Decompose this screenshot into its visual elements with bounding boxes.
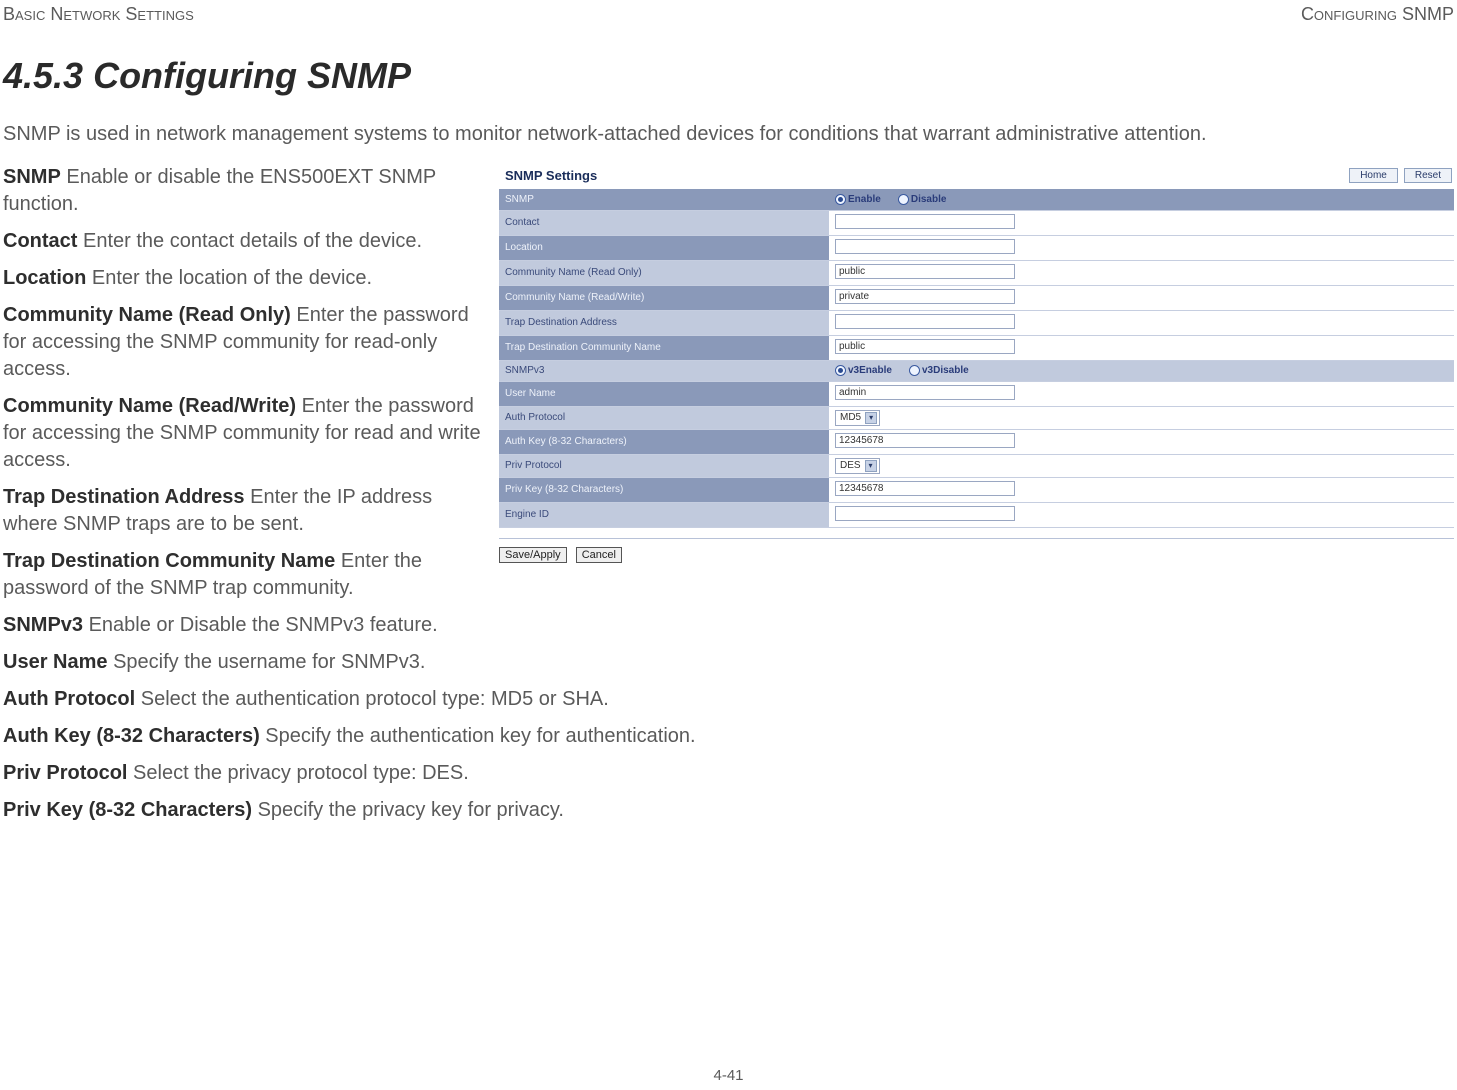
def-desc-auth-key: Specify the authentication key for authe… xyxy=(260,725,696,747)
radio-v3disable-label: v3Disable xyxy=(922,365,969,376)
priv-protocol-value: DES xyxy=(840,460,861,471)
intro-paragraph: SNMP is used in network management syste… xyxy=(3,121,1454,148)
row-label-trap-comm: Trap Destination Community Name xyxy=(499,335,829,360)
def-term-username: User Name xyxy=(3,651,108,673)
def-term-snmpv3: SNMPv3 xyxy=(3,614,83,636)
snmp-radio-group[interactable]: Enable Disable xyxy=(829,189,1454,210)
chevron-down-icon: ▾ xyxy=(865,460,877,472)
community-readwrite-input[interactable]: private xyxy=(835,289,1015,304)
def-desc-priv-key: Specify the privacy key for privacy. xyxy=(252,799,564,821)
row-label-trap-addr: Trap Destination Address xyxy=(499,310,829,335)
def-desc-location: Enter the location of the device. xyxy=(86,267,372,289)
radio-v3disable-icon[interactable] xyxy=(909,365,920,376)
def-desc-priv-proto: Select the privacy protocol type: DES. xyxy=(127,762,468,784)
def-desc-snmpv3: Enable or Disable the SNMPv3 feature. xyxy=(83,614,438,636)
engine-id-input[interactable] xyxy=(835,506,1015,521)
radio-enable-icon[interactable] xyxy=(835,194,846,205)
row-label-contact: Contact xyxy=(499,210,829,235)
def-term-location: Location xyxy=(3,267,86,289)
trap-community-input[interactable]: public xyxy=(835,339,1015,354)
def-term-trap-addr: Trap Destination Address xyxy=(3,486,245,508)
priv-key-input[interactable]: 12345678 xyxy=(835,481,1015,496)
auth-protocol-select[interactable]: MD5 ▾ xyxy=(835,410,880,426)
section-heading: 4.5.3 Configuring SNMP xyxy=(3,55,1454,97)
radio-v3enable-label: v3Enable xyxy=(848,365,892,376)
page-number: 4-41 xyxy=(0,1067,1457,1084)
row-label-auth-key: Auth Key (8-32 Characters) xyxy=(499,429,829,454)
def-term-trap-comm: Trap Destination Community Name xyxy=(3,550,335,572)
row-label-username: User Name xyxy=(499,381,829,406)
row-label-snmp: SNMP xyxy=(499,189,829,210)
def-term-comm-rw: Community Name (Read/Write) xyxy=(3,395,296,417)
row-label-engine-id: Engine ID xyxy=(499,502,829,527)
cancel-button[interactable]: Cancel xyxy=(576,547,622,563)
priv-protocol-select[interactable]: DES ▾ xyxy=(835,458,880,474)
divider xyxy=(499,538,1454,539)
row-label-comm-rw: Community Name (Read/Write) xyxy=(499,285,829,310)
snmp-settings-figure: SNMP Settings Home Reset SNMP Enable Dis… xyxy=(499,164,1454,563)
community-readonly-input[interactable]: public xyxy=(835,264,1015,279)
row-label-comm-ro: Community Name (Read Only) xyxy=(499,260,829,285)
radio-enable-label: Enable xyxy=(848,194,881,205)
home-button[interactable]: Home xyxy=(1349,168,1398,183)
row-label-snmpv3: SNMPv3 xyxy=(499,360,829,381)
row-label-location: Location xyxy=(499,235,829,260)
radio-disable-label: Disable xyxy=(911,194,947,205)
def-term-contact: Contact xyxy=(3,230,77,252)
radio-v3enable-icon[interactable] xyxy=(835,365,846,376)
location-input[interactable] xyxy=(835,239,1015,254)
def-term-comm-ro: Community Name (Read Only) xyxy=(3,304,291,326)
trap-address-input[interactable] xyxy=(835,314,1015,329)
contact-input[interactable] xyxy=(835,214,1015,229)
chevron-down-icon: ▾ xyxy=(865,412,877,424)
def-term-snmp: SNMP xyxy=(3,166,61,188)
running-header-left: Basic Network Settings xyxy=(3,4,194,25)
username-input[interactable]: admin xyxy=(835,385,1015,400)
figure-title: SNMP Settings xyxy=(505,168,597,183)
row-label-priv-key: Priv Key (8-32 Characters) xyxy=(499,477,829,502)
def-term-auth-proto: Auth Protocol xyxy=(3,688,135,710)
running-header-right: Configuring SNMP xyxy=(1301,4,1454,25)
radio-disable-icon[interactable] xyxy=(898,194,909,205)
auth-protocol-value: MD5 xyxy=(840,412,861,423)
def-term-priv-proto: Priv Protocol xyxy=(3,762,127,784)
row-label-priv-proto: Priv Protocol xyxy=(499,454,829,477)
def-desc-username: Specify the username for SNMPv3. xyxy=(108,651,426,673)
row-label-auth-proto: Auth Protocol xyxy=(499,406,829,429)
def-term-auth-key: Auth Key (8-32 Characters) xyxy=(3,725,260,747)
snmp-settings-table: SNMP Enable Disable Contact Location Com… xyxy=(499,189,1454,528)
def-desc-contact: Enter the contact details of the device. xyxy=(77,230,422,252)
def-desc-snmp: Enable or disable the ENS500EXT SNMP fun… xyxy=(3,166,436,215)
def-term-priv-key: Priv Key (8-32 Characters) xyxy=(3,799,252,821)
auth-key-input[interactable]: 12345678 xyxy=(835,433,1015,448)
def-desc-auth-proto: Select the authentication protocol type:… xyxy=(135,688,609,710)
snmpv3-radio-group[interactable]: v3Enable v3Disable xyxy=(829,360,1454,381)
save-apply-button[interactable]: Save/Apply xyxy=(499,547,567,563)
reset-button[interactable]: Reset xyxy=(1404,168,1452,183)
